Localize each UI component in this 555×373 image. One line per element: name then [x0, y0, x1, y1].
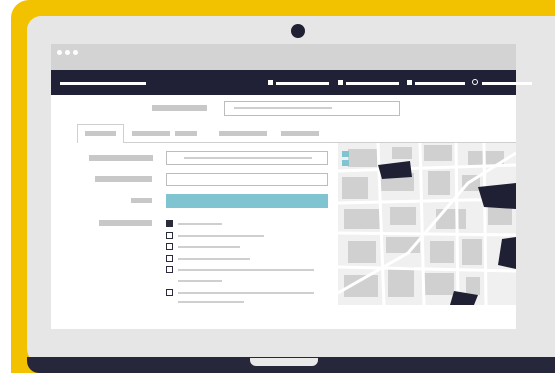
submit-button[interactable] [166, 194, 328, 208]
tab-4-label[interactable] [281, 131, 319, 136]
checkbox-1-label [178, 223, 222, 225]
checkbox-6-label-line2 [178, 301, 244, 303]
webcam-icon [291, 24, 305, 38]
nav-item-user-label[interactable] [482, 82, 532, 85]
checkbox-5-label-line2 [178, 280, 222, 282]
nav-item-1-square-icon [268, 80, 273, 85]
nav-item-2-label[interactable] [346, 82, 399, 85]
nav-item-3-square-icon [407, 80, 412, 85]
user-icon[interactable] [472, 79, 478, 85]
laptop-hinge [250, 358, 318, 366]
tab-3-label[interactable] [219, 131, 267, 136]
search-placeholder-line [234, 107, 332, 109]
window-dot-icon[interactable] [65, 50, 70, 55]
tab-2-label[interactable] [132, 131, 170, 136]
tab-2-label-part[interactable] [175, 131, 197, 136]
checkbox-3[interactable] [166, 243, 173, 250]
window-dot-icon[interactable] [73, 50, 78, 55]
map-view[interactable] [338, 143, 516, 305]
checkbox-1[interactable] [166, 220, 173, 227]
nav-item-1-label[interactable] [276, 82, 329, 85]
field-1-value-line [184, 157, 312, 159]
field-3-label [131, 198, 152, 203]
checklist-label [99, 220, 152, 226]
navbar-logo-text[interactable] [60, 82, 146, 85]
window-dot-icon[interactable] [57, 50, 62, 55]
map-zoom-icon [342, 151, 349, 166]
nav-item-3-label[interactable] [415, 82, 465, 85]
field-2-label [95, 176, 152, 182]
browser-chrome [51, 44, 516, 70]
checkbox-2[interactable] [166, 232, 173, 239]
tab-1-label [85, 131, 116, 136]
checkbox-6-label [178, 292, 314, 294]
checkbox-4-label [178, 258, 250, 260]
checkbox-2-label [178, 235, 264, 237]
map-streets [338, 143, 516, 305]
checkbox-4[interactable] [166, 255, 173, 262]
search-label [152, 105, 207, 111]
checkbox-6[interactable] [166, 289, 173, 296]
checkbox-5[interactable] [166, 266, 173, 273]
checkbox-5-label [178, 269, 314, 271]
nav-item-2-square-icon [338, 80, 343, 85]
field-2-input[interactable] [166, 173, 328, 186]
checkbox-3-label [178, 246, 240, 248]
field-1-label [89, 155, 153, 161]
